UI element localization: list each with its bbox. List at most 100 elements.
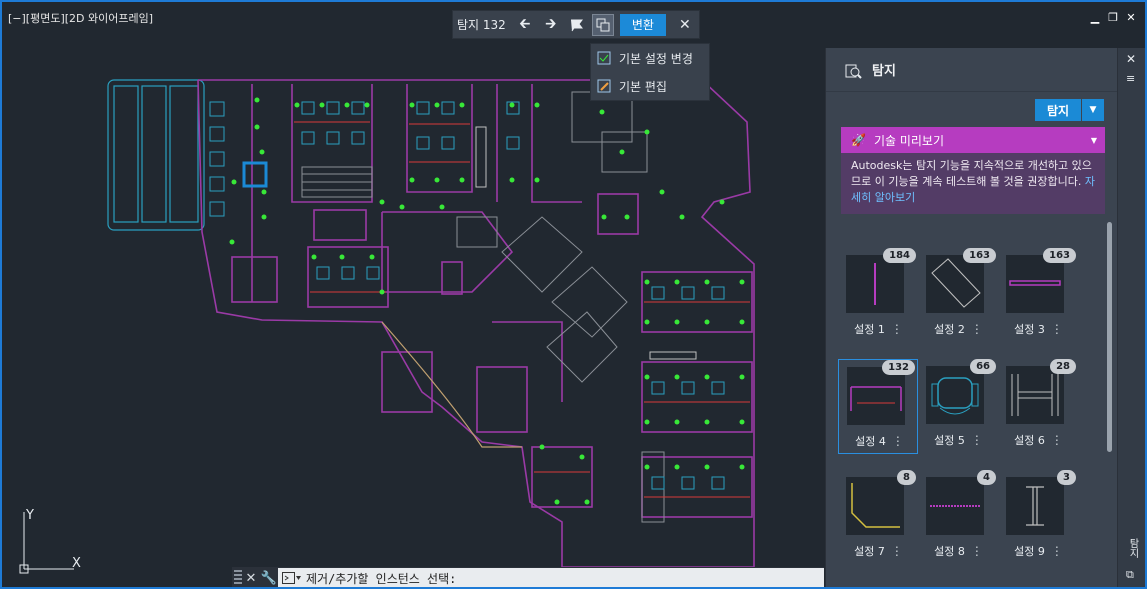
detect-split-button: 탐지 ▼ [1035,99,1104,121]
next-arrow-icon[interactable]: 🡲 [540,14,562,36]
panel-properties-icon[interactable]: ≡ [1126,72,1135,85]
scrollbar[interactable] [1107,222,1113,582]
tech-preview-title: 기술 미리보기 [873,133,945,148]
drawing-window: [−][평면도][2D 와이어프레임] ▁ ❐ ✕ 탐지 132 🡰 🡲 변환 … [0,0,1147,589]
tile-label: 설정 6 [1014,434,1045,447]
close-icon[interactable]: ✕ [242,571,260,586]
ucs-y-label: Y [25,508,34,523]
panel-title: 탐지 [872,64,896,79]
tile-label-row: 설정 3 ⋮ [998,321,1078,337]
detection-tile[interactable]: 3 설정 9 ⋮ [998,470,1078,565]
more-options-icon[interactable]: ⋮ [891,322,903,336]
tile-label-row: 설정 4 ⋮ [839,433,919,449]
command-input[interactable]: 제거/추가할 인스턴스 선택: [278,568,824,587]
wrench-icon[interactable]: 🔧 [260,571,278,586]
count-badge: 66 [970,359,996,374]
collapse-caret-icon[interactable]: ▼ [1091,136,1097,145]
more-options-icon[interactable]: ⋮ [1051,322,1063,336]
window-controls: ▁ ❐ ✕ [1089,12,1137,24]
tech-preview-text: Autodesk는 탐지 기능을 지속적으로 개선하고 있으므로 이 기능을 계… [851,159,1092,188]
count-badge: 4 [977,470,996,485]
tile-label: 설정 9 [1014,545,1045,558]
panel-close-icon[interactable]: ✕ [1126,52,1136,66]
tile-label-row: 설정 8 ⋮ [918,543,998,559]
settings-dropdown-menu: 기본 설정 변경 기본 편집 [590,43,710,101]
chevron-down-icon[interactable]: ▼ [1082,99,1104,121]
tile-label: 설정 3 [1014,323,1045,336]
convert-button[interactable]: 변환 [619,13,666,36]
count-badge: 132 [882,360,915,375]
panel-header: 탐지 [826,48,1118,92]
ucs-x-label: X [72,556,81,571]
tile-thumbnail [926,477,984,535]
detection-panel: 탐지 탐지 ▼ 🚀 기술 미리보기 ▼ Autodesk는 탐지 기능을 지속적… [825,48,1145,587]
tech-preview-body: Autodesk는 탐지 기능을 지속적으로 개선하고 있으므로 이 기능을 계… [841,153,1105,214]
minimize-icon[interactable]: ▁ [1089,12,1101,24]
command-prompt-text: 제거/추가할 인스턴스 선택: [306,571,457,586]
count-badge: 163 [963,248,996,263]
viewport-controls-label[interactable]: [−][평면도][2D 와이어프레임] [8,10,153,26]
tile-label: 설정 8 [934,545,965,558]
tile-thumbnail [1006,255,1064,313]
menu-item-label: 기본 편집 [619,79,667,94]
detection-tile[interactable]: 163 설정 2 ⋮ [918,248,998,343]
more-options-icon[interactable]: ⋮ [1051,544,1063,558]
close-toolbar-icon[interactable]: ✕ [674,14,696,36]
more-options-icon[interactable]: ⋮ [971,544,983,558]
detection-tile[interactable]: 132 설정 4 ⋮ [838,359,918,454]
detection-tile[interactable]: 66 설정 5 ⋮ [918,359,998,454]
tile-label: 설정 7 [854,545,885,558]
tile-thumbnail [926,366,984,424]
tech-preview-header[interactable]: 🚀 기술 미리보기 ▼ [841,127,1105,153]
tile-thumbnail [846,255,904,313]
tile-label-row: 설정 7 ⋮ [838,543,918,559]
menu-item-label: 기본 설정 변경 [619,51,693,66]
tile-label-row: 설정 1 ⋮ [838,321,918,337]
command-prompt-icon[interactable] [282,572,302,584]
count-badge: 3 [1057,470,1076,485]
tile-thumbnail [1006,366,1064,424]
panel-detect-tab-icon[interactable]: ⧉ [1126,568,1134,582]
menu-item-change-default-settings[interactable]: 기본 설정 변경 [591,44,709,72]
detection-tile[interactable]: 184 설정 1 ⋮ [838,248,918,343]
detection-tile[interactable]: 4 설정 8 ⋮ [918,470,998,565]
scrollbar-thumb[interactable] [1107,222,1112,452]
panel-side-strip: ✕ ≡ 탐지 ⧉ [1117,48,1145,587]
panel-side-label[interactable]: 탐지 [1125,538,1140,558]
menu-item-default-edit[interactable]: 기본 편집 [591,72,709,100]
count-badge: 8 [897,470,916,485]
more-options-icon[interactable]: ⋮ [971,433,983,447]
previous-arrow-icon[interactable]: 🡰 [514,14,536,36]
tile-thumbnail [926,255,984,313]
tile-thumbnail [847,367,905,425]
count-badge: 28 [1050,359,1076,374]
copy-settings-icon[interactable] [591,13,614,36]
more-options-icon[interactable]: ⋮ [891,544,903,558]
tile-label-row: 설정 9 ⋮ [998,543,1078,559]
edit-icon [597,79,611,93]
tile-label-row: 설정 6 ⋮ [998,432,1078,448]
tile-label-row: 설정 5 ⋮ [918,432,998,448]
close-icon[interactable]: ✕ [1125,12,1137,24]
detection-icon [845,64,862,79]
detection-count-label: 탐지 132 [457,18,506,32]
count-badge: 163 [1043,248,1076,263]
detection-toolbar: 탐지 132 🡰 🡲 변환 ✕ [452,10,700,39]
detection-tile[interactable]: 163 설정 3 ⋮ [998,248,1078,343]
settings-edit-icon [597,51,611,65]
ucs-axis-icon: Y X [19,508,81,574]
drag-handle-icon[interactable] [234,570,242,586]
more-options-icon[interactable]: ⋮ [1051,433,1063,447]
flag-icon[interactable] [566,14,588,36]
more-options-icon[interactable]: ⋮ [971,322,983,336]
detection-tile[interactable]: 8 설정 7 ⋮ [838,470,918,565]
tile-label: 설정 5 [934,434,965,447]
tile-label: 설정 2 [934,323,965,336]
restore-icon[interactable]: ❐ [1107,12,1119,24]
tile-label-row: 설정 2 ⋮ [918,321,998,337]
more-options-icon[interactable]: ⋮ [892,434,904,448]
detection-tile[interactable]: 28 설정 6 ⋮ [998,359,1078,454]
tile-thumbnail [1006,477,1064,535]
detect-button[interactable]: 탐지 [1035,99,1081,121]
count-badge: 184 [883,248,916,263]
